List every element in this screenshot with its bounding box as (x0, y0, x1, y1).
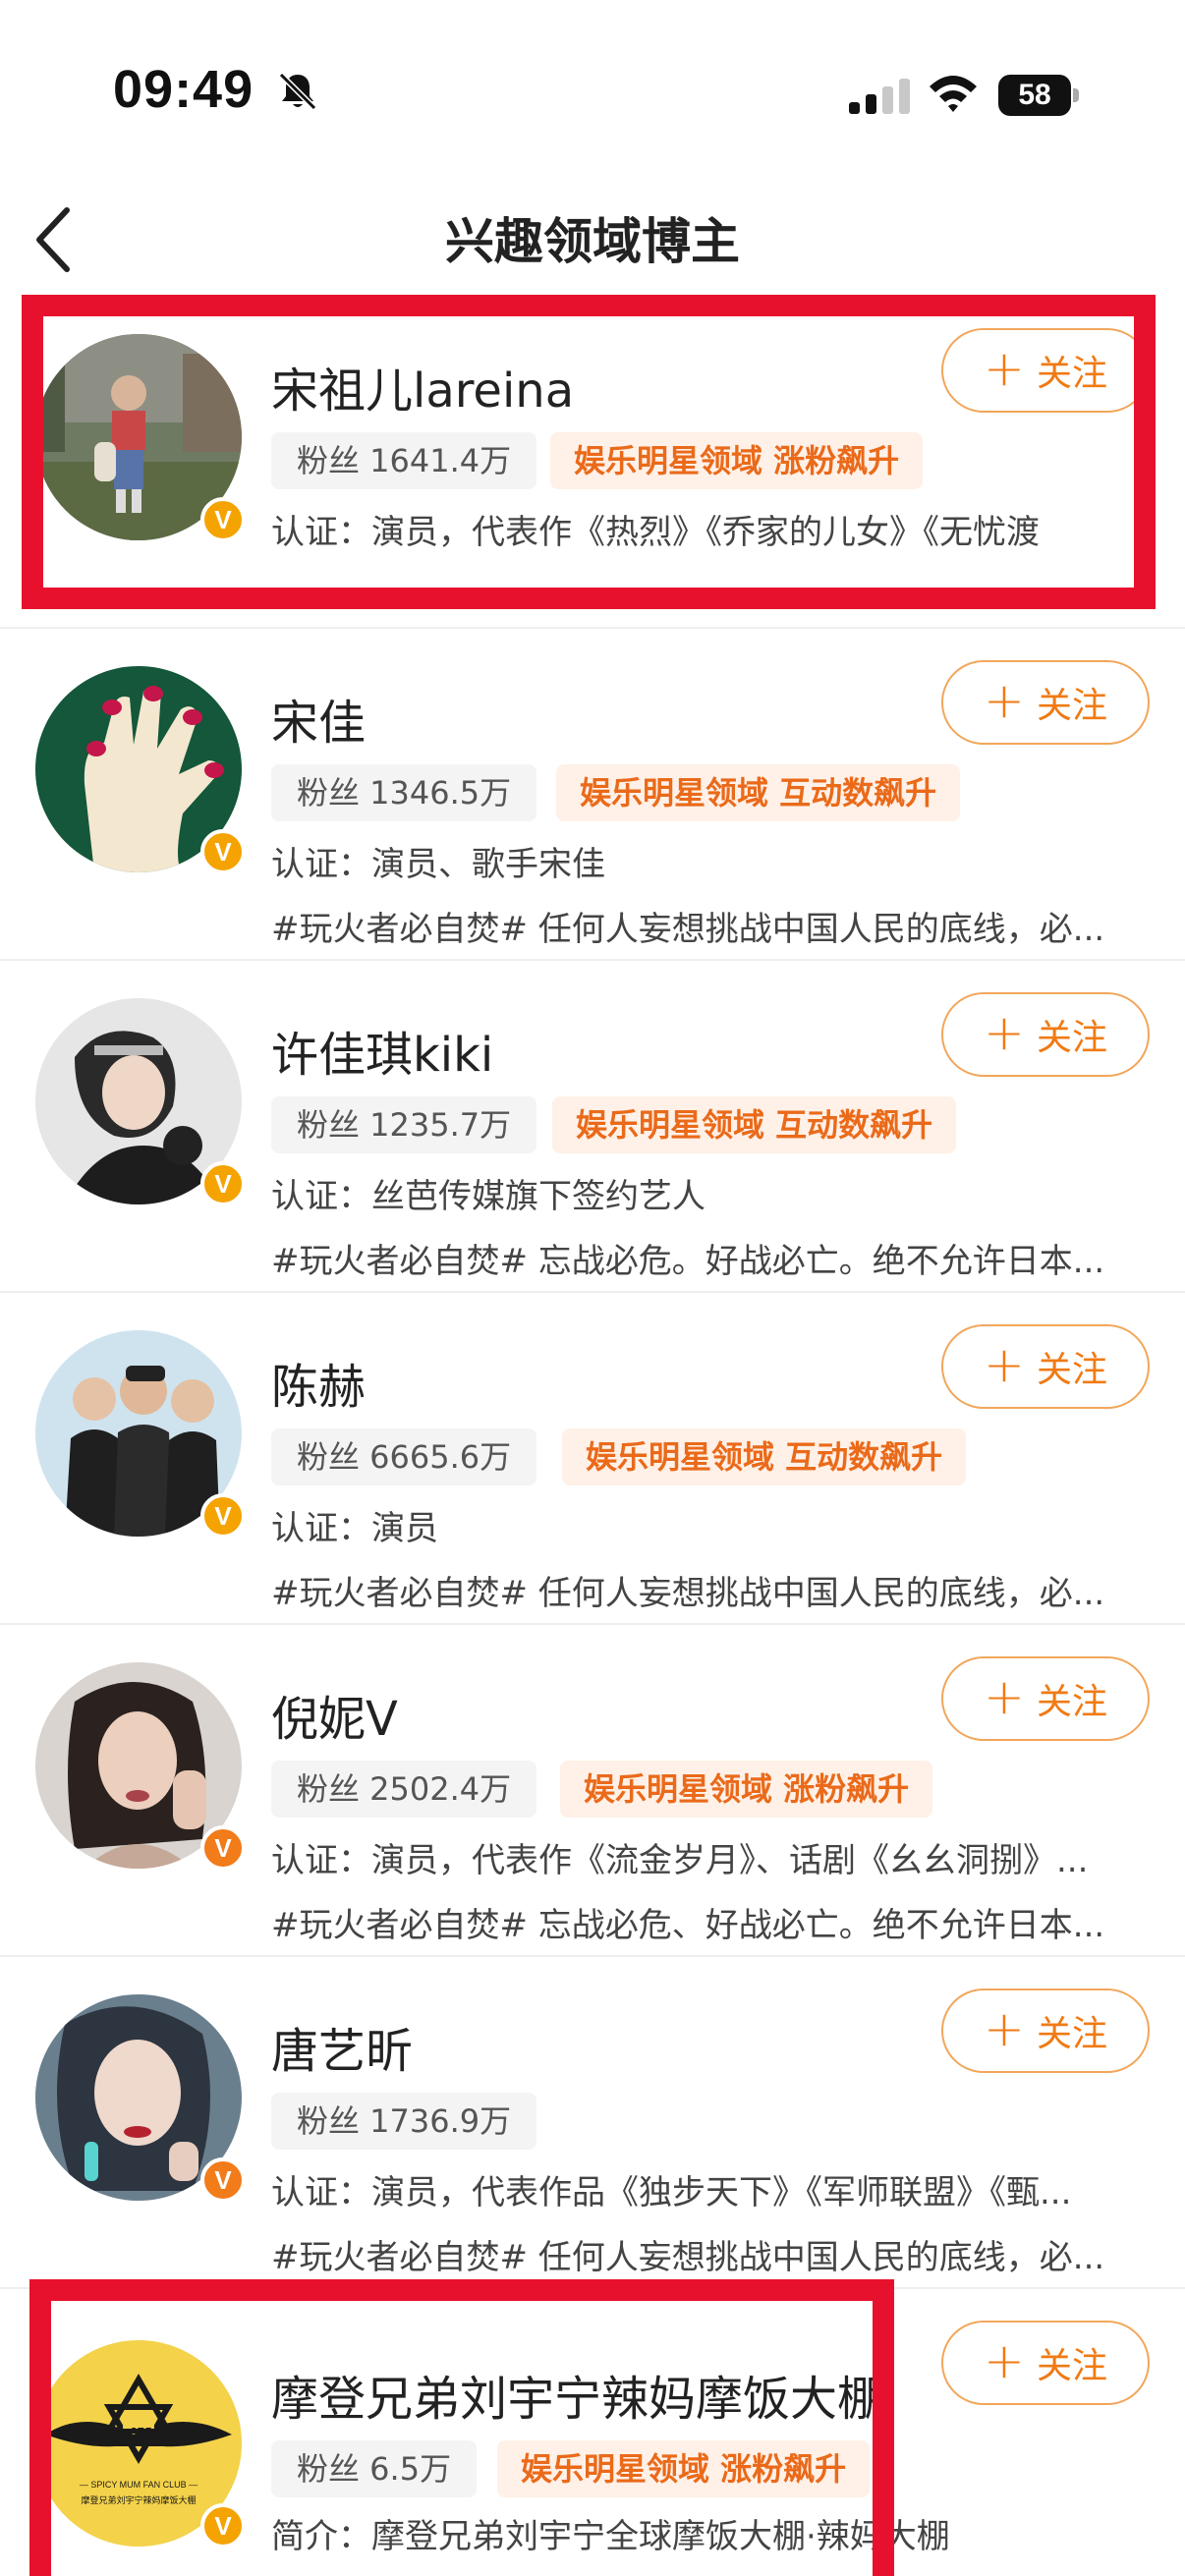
user-description: 认证：演员，代表作《流金岁月》、话剧《幺幺洞捌》... (271, 1841, 1089, 1880)
status-time: 09:49 (113, 60, 254, 119)
field-tag: 娱乐明星领域 涨粉飙升 (560, 1761, 933, 1818)
user-name[interactable]: 宋祖儿lareina (271, 352, 574, 420)
page-title: 兴趣领域博主 (445, 213, 740, 270)
follow-label: 关注 (1036, 1350, 1107, 1390)
user-description: 认证：演员，代表作《热烈》《乔家的儿女》《无忧渡 (271, 513, 1040, 552)
latest-post: #玩火者必自焚# 任何人妄想挑战中国人民的底线，必... (271, 1574, 1105, 1613)
user-description: 简介：摩登兄弟刘宇宁全球摩饭大棚·辣妈大棚 (271, 2517, 950, 2556)
field-tag: 娱乐明星领域 互动数飙升 (562, 1428, 967, 1485)
battery-level: 58 (998, 75, 1071, 116)
verified-icon: V (200, 2503, 246, 2548)
user-name[interactable]: 唐艺昕 (271, 2012, 413, 2081)
plus-icon: + (984, 672, 1025, 729)
fans-count: 粉丝 1235.7万 (271, 1096, 537, 1153)
avatar-sub-text: 摩登兄弟刘宇宁辣妈摩饭大棚 (81, 2494, 196, 2506)
plus-icon: + (984, 2332, 1025, 2389)
follow-button[interactable]: + 关注 (941, 660, 1150, 745)
user-description: 认证：丝芭传媒旗下签约艺人 (271, 1177, 705, 1216)
bell-slash-icon (278, 72, 317, 111)
battery-icon: 58 (998, 75, 1079, 116)
list-item[interactable]: V 唐艺昕 + 关注 粉丝 1736.9万 认证：演员，代表作品《独步天下》《军师… (0, 1957, 1185, 2289)
user-description: 认证：演员、歌手宋佳 (271, 845, 605, 884)
verified-icon: V (200, 497, 246, 542)
plus-icon: + (984, 1336, 1025, 1393)
avatar-club-text: — SPICY MUM FAN CLUB — (80, 2480, 198, 2490)
plus-icon: + (984, 1668, 1025, 1725)
list-item[interactable]: V 宋佳 + 关注 粉丝 1346.5万 娱乐明星领域 互动数飙升 认证：演员、歌… (0, 629, 1185, 961)
fans-count: 粉丝 1736.9万 (271, 2093, 537, 2150)
user-name[interactable]: 摩登兄弟刘宇宁辣妈摩饭大棚 (271, 2360, 884, 2429)
plus-icon: + (984, 2000, 1025, 2057)
follow-label: 关注 (1036, 1682, 1107, 1722)
user-name[interactable]: 陈赫 (271, 1348, 366, 1417)
list-item[interactable]: V 陈赫 + 关注 粉丝 6665.6万 娱乐明星领域 互动数飙升 认证：演员 #… (0, 1293, 1185, 1625)
follow-label: 关注 (1036, 1018, 1107, 1058)
plus-icon: + (984, 1004, 1025, 1061)
follow-button[interactable]: + 关注 (941, 1988, 1150, 2073)
follow-button[interactable]: + 关注 (941, 992, 1150, 1077)
fans-count: 粉丝 1346.5万 (271, 764, 537, 821)
user-name[interactable]: 宋佳 (271, 684, 366, 753)
follow-button[interactable]: + 关注 (941, 1324, 1150, 1409)
user-name[interactable]: 许佳琪kiki (271, 1016, 493, 1085)
verified-icon: V (200, 1161, 246, 1206)
list-item[interactable]: V 倪妮V + 关注 粉丝 2502.4万 娱乐明星领域 涨粉飙升 认证：演员，代… (0, 1625, 1185, 1957)
follow-button[interactable]: + 关注 (941, 328, 1150, 413)
follow-label: 关注 (1036, 686, 1107, 726)
plus-icon: + (984, 340, 1025, 397)
list-item[interactable]: V 宋祖儿lareina + 关注 粉丝 1641.4万 娱乐明星领域 涨粉飙升 … (0, 297, 1185, 629)
latest-post: #玩火者必自焚# 忘战必危、好战必亡。绝不允许日本... (271, 1906, 1105, 1945)
verified-icon: V (200, 829, 246, 874)
latest-post: #玩火者必自焚# 任何人妄想挑战中国人民的底线，必... (271, 910, 1105, 949)
nav-bar: 兴趣领域博主 (0, 187, 1185, 295)
signal-icon (849, 79, 910, 114)
list-item[interactable]: LYN — SPICY MUM FAN CLUB — 摩登兄弟刘宇宁辣妈摩饭大棚… (0, 2289, 1185, 2576)
user-description: 认证：演员，代表作品《独步天下》《军师联盟》《甄... (271, 2173, 1072, 2212)
field-tag: 娱乐明星领域 互动数飙升 (556, 764, 961, 821)
wifi-icon (930, 76, 977, 112)
avatar-logo-text: LYN (122, 2413, 155, 2433)
fans-count: 粉丝 1641.4万 (271, 432, 537, 489)
fans-count: 粉丝 2502.4万 (271, 1761, 537, 1818)
user-description: 认证：演员 (271, 1509, 438, 1548)
fans-count: 粉丝 6665.6万 (271, 1428, 537, 1485)
verified-icon: V (200, 1825, 246, 1871)
follow-button[interactable]: + 关注 (941, 1656, 1150, 1741)
user-name[interactable]: 倪妮V (271, 1680, 398, 1749)
follow-label: 关注 (1036, 2346, 1107, 2386)
verified-icon: V (200, 1493, 246, 1539)
follow-button[interactable]: + 关注 (941, 2321, 1150, 2405)
field-tag: 娱乐明星领域 涨粉飙升 (497, 2440, 871, 2497)
field-tag: 娱乐明星领域 涨粉飙升 (550, 432, 924, 489)
follow-label: 关注 (1036, 354, 1107, 394)
latest-post: #玩火者必自焚# 忘战必危。好战必亡。绝不允许日本... (271, 1242, 1105, 1281)
list-item[interactable]: V 许佳琪kiki + 关注 粉丝 1235.7万 娱乐明星领域 互动数飙升 认证… (0, 961, 1185, 1293)
follow-label: 关注 (1036, 2014, 1107, 2054)
latest-post: #玩火者必自焚# 任何人妄想挑战中国人民的底线，必... (271, 2238, 1105, 2277)
fans-count: 粉丝 6.5万 (271, 2440, 478, 2497)
verified-icon: V (200, 2157, 246, 2203)
status-bar: 09:49 58 (0, 0, 1185, 187)
field-tag: 娱乐明星领域 互动数飙升 (552, 1096, 957, 1153)
